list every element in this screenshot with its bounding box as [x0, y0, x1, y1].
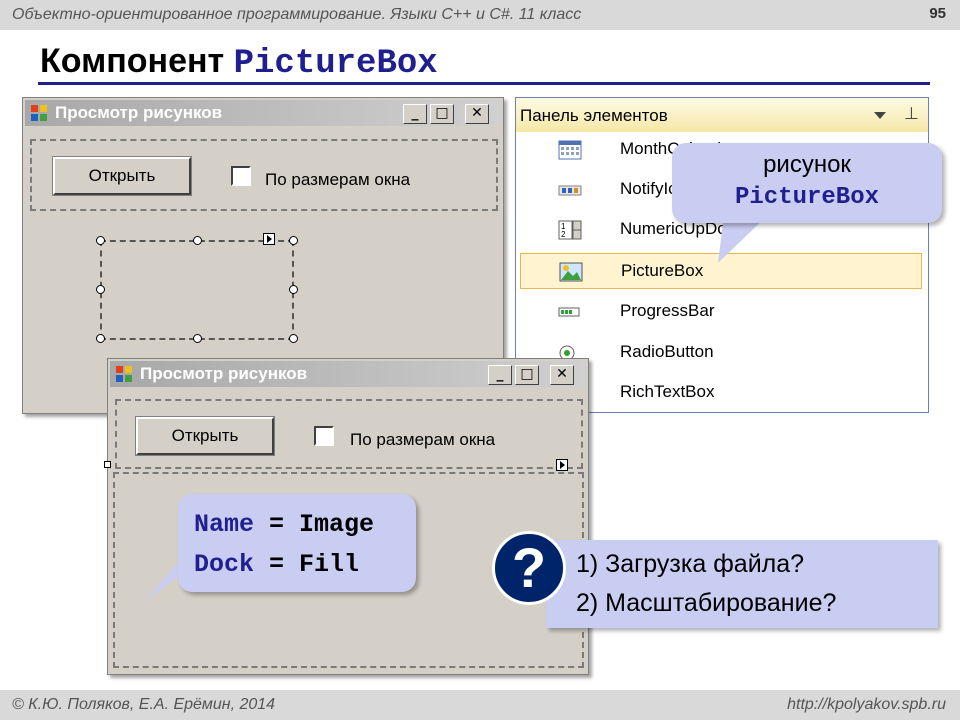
smart-tag-arrow-icon[interactable]	[556, 459, 568, 471]
questions-box: 1) Загрузка файла? 2) Масштабирование?	[546, 540, 938, 628]
form-app-icon	[116, 366, 132, 382]
site-url[interactable]: http://kpolyakov.spb.ru	[787, 696, 946, 714]
toolbox-item-label: PictureBox	[621, 261, 704, 280]
dock-value: = Fill	[269, 550, 360, 579]
toolbox-title: Панель элементов	[520, 106, 668, 125]
numeric-updown-icon: 12	[558, 220, 582, 240]
resize-handle[interactable]	[289, 285, 298, 294]
resize-handle[interactable]	[289, 236, 298, 245]
calendar-icon	[558, 140, 582, 160]
fit-checkbox-label: По размерам окна	[265, 170, 411, 189]
picture-icon	[559, 262, 583, 282]
resize-handle[interactable]	[96, 236, 105, 245]
name-property: Name = Image	[194, 510, 374, 539]
name-key: Name	[194, 510, 255, 539]
toolbox-item-progressbar[interactable]: ProgressBar	[520, 294, 922, 330]
toolbox-item-label: RichTextBox	[620, 382, 715, 401]
notify-icon	[558, 185, 582, 196]
question-mark-icon: ?	[492, 531, 566, 605]
question-1: 1) Загрузка файла?	[576, 550, 805, 578]
form-app-icon	[31, 105, 47, 121]
slide-footer-bar: © К.Ю. Поляков, Е.А. Ерёмин, 2014 http:/…	[0, 690, 960, 720]
resize-handle[interactable]	[96, 285, 105, 294]
minimize-button[interactable]: _	[403, 104, 427, 124]
resize-handle[interactable]	[193, 236, 202, 245]
open-button[interactable]: Открыть	[135, 416, 275, 456]
properties-callout: Name = Image Dock = Fill	[178, 494, 416, 592]
form-titlebar[interactable]: Просмотр рисунков _ □ ✕	[110, 361, 586, 387]
dock-key: Dock	[194, 550, 255, 579]
title-underline	[38, 82, 930, 85]
course-title: Объектно-ориентированное программировани…	[12, 6, 582, 23]
dock-property: Dock = Fill	[194, 550, 359, 579]
resize-handle[interactable]	[289, 334, 298, 343]
form-titlebar[interactable]: Просмотр рисунков _ □ ✕	[25, 100, 501, 126]
close-button[interactable]: ✕	[465, 104, 489, 124]
resize-handle[interactable]	[104, 461, 111, 468]
maximize-button[interactable]: □	[430, 104, 454, 124]
fit-checkbox-label: По размерам окна	[350, 430, 496, 449]
form-title: Просмотр рисунков	[55, 103, 223, 122]
resize-handle[interactable]	[193, 334, 202, 343]
dropdown-arrow-icon[interactable]	[874, 112, 886, 119]
toolbox-item-label: ProgressBar	[620, 301, 715, 320]
picturebox-callout: рисунок PictureBox	[672, 143, 942, 223]
picturebox-control[interactable]	[100, 240, 294, 340]
toolbox-header: Панель элементов ⊥	[516, 98, 928, 132]
svg-text:2: 2	[561, 230, 566, 239]
smart-tag-arrow-icon[interactable]	[263, 233, 275, 245]
question-2: 2) Масштабирование?	[576, 589, 837, 617]
callout-picture-component: PictureBox	[734, 184, 880, 211]
slide-title: Компонент PictureBox	[40, 42, 438, 83]
authors: © К.Ю. Поляков, Е.А. Ерёмин, 2014	[12, 696, 276, 713]
maximize-button[interactable]: □	[515, 365, 539, 385]
callout-picture-word: рисунок	[763, 151, 851, 178]
slide-title-component: PictureBox	[233, 45, 438, 83]
slide-header-bar: Объектно-ориентированное программировани…	[0, 0, 960, 30]
name-value: = Image	[269, 510, 375, 539]
slide-title-prefix: Компонент	[40, 42, 225, 80]
pin-icon[interactable]: ⊥	[904, 104, 919, 124]
form-title: Просмотр рисунков	[140, 364, 308, 383]
open-button[interactable]: Открыть	[52, 156, 192, 196]
progressbar-icon	[558, 307, 580, 317]
minimize-button[interactable]: _	[488, 365, 512, 385]
resize-handle[interactable]	[96, 334, 105, 343]
fit-checkbox[interactable]	[231, 166, 251, 186]
close-button[interactable]: ✕	[550, 365, 574, 385]
page-number: 95	[929, 5, 946, 22]
toolbox-item-label: RadioButton	[620, 342, 714, 361]
fit-checkbox[interactable]	[314, 426, 334, 446]
